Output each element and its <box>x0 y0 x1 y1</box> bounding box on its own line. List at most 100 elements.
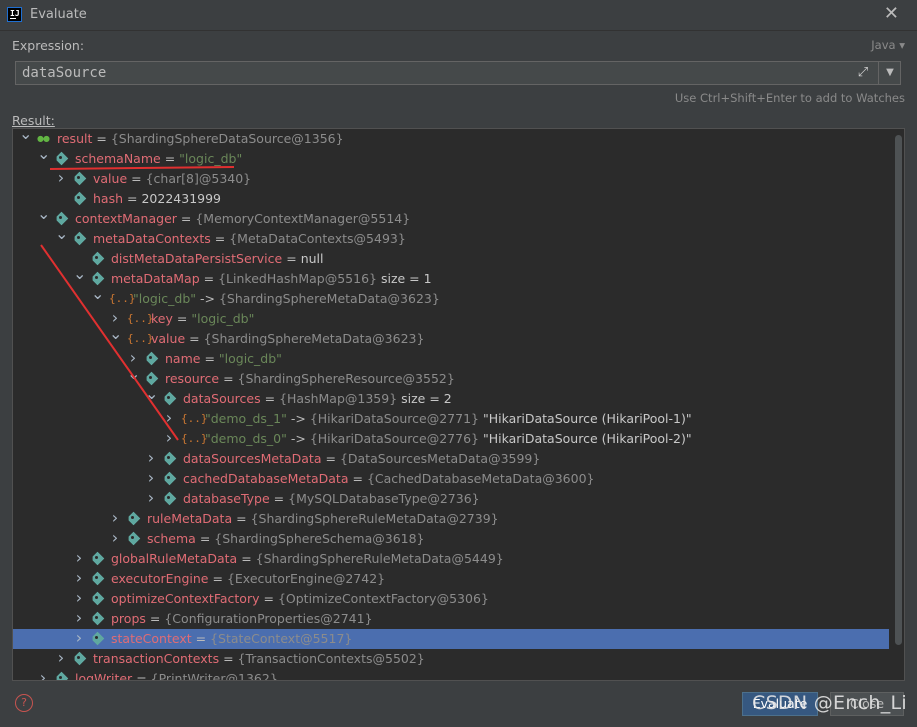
tree-row[interactable]: {..}"demo_ds_1" -> {HikariDataSource@277… <box>13 409 889 429</box>
chevron-right-icon[interactable] <box>55 649 67 669</box>
field-tag-icon <box>127 512 141 526</box>
tree-row[interactable]: cachedDatabaseMetaData = {CachedDatabase… <box>13 469 889 489</box>
field-tag-icon <box>73 192 87 206</box>
field-tag-icon <box>91 632 105 646</box>
chevron-right-icon[interactable] <box>73 569 85 589</box>
chevron-right-icon[interactable] <box>55 169 67 189</box>
equals-sign: = <box>352 471 363 486</box>
tree-row-text: logWriter = {PrintWriter@1362} <box>75 669 278 680</box>
tree-row-text: hash = 2022431999 <box>93 189 221 209</box>
tree-row[interactable]: metaDataContexts = {MetaDataContexts@549… <box>13 229 889 249</box>
field-tag-icon <box>163 492 177 506</box>
chevron-right-icon[interactable] <box>163 409 175 429</box>
chevron-down-icon[interactable] <box>91 289 103 309</box>
tree-row[interactable]: logWriter = {PrintWriter@1362} <box>13 669 889 680</box>
extra-text: size = 1 <box>376 271 432 286</box>
field-name: props <box>111 611 146 626</box>
tree-row[interactable]: {..}key = "logic_db" <box>13 309 889 329</box>
tree-row-text: distMetaDataPersistService = null <box>111 249 323 269</box>
field-tag-icon <box>145 352 159 366</box>
map-key: "demo_ds_1" <box>205 411 287 426</box>
field-name: transactionContexts <box>93 651 220 666</box>
close-icon[interactable]: ✕ <box>884 3 899 24</box>
chevron-right-icon[interactable] <box>73 609 85 629</box>
field-name: cachedDatabaseMetaData <box>183 471 349 486</box>
tree-row[interactable]: dataSources = {HashMap@1359} size = 2 <box>13 389 889 409</box>
expand-icon[interactable]: ⤢ <box>853 64 873 82</box>
tree-row[interactable]: value = {char[8]@5340} <box>13 169 889 189</box>
history-dropdown-button[interactable]: ▼ <box>879 62 901 84</box>
tree-row[interactable]: name = "logic_db" <box>13 349 889 369</box>
chevron-down-icon[interactable] <box>55 229 67 249</box>
chevron-down-icon[interactable] <box>37 209 49 229</box>
tree-row[interactable]: hash = 2022431999 <box>13 189 889 209</box>
chevron-right-icon[interactable] <box>109 509 121 529</box>
chevron-right-icon[interactable] <box>145 489 157 509</box>
result-tree[interactable]: ●●result = {ShardingSphereDataSource@135… <box>12 128 905 681</box>
tree-row[interactable]: transactionContexts = {TransactionContex… <box>13 649 889 669</box>
tree-row-text: value = {char[8]@5340} <box>93 169 251 189</box>
language-selector[interactable]: Java ▾ <box>871 38 905 52</box>
tree-row-text: result = {ShardingSphereDataSource@1356} <box>57 129 344 149</box>
tree-row-text: globalRuleMetaData = {ShardingSphereRule… <box>111 549 504 569</box>
chevron-right-icon[interactable] <box>145 449 157 469</box>
tree-row[interactable]: dataSourcesMetaData = {DataSourcesMetaDa… <box>13 449 889 469</box>
tree-row[interactable]: props = {ConfigurationProperties@2741} <box>13 609 889 629</box>
chevron-down-icon[interactable] <box>109 329 121 349</box>
field-name: metaDataMap <box>111 271 200 286</box>
field-tag-icon <box>73 652 87 666</box>
chevron-right-icon[interactable] <box>163 429 175 449</box>
tree-row[interactable]: ruleMetaData = {ShardingSphereRuleMetaDa… <box>13 509 889 529</box>
equals-sign: = <box>96 131 107 146</box>
chevron-right-icon[interactable] <box>145 469 157 489</box>
help-icon[interactable]: ? <box>15 694 33 712</box>
field-name: databaseType <box>183 491 270 506</box>
chevron-down-icon[interactable] <box>145 389 157 409</box>
chevron-right-icon[interactable] <box>73 549 85 569</box>
chevron-right-icon[interactable] <box>37 669 49 680</box>
tree-row[interactable]: {..}"logic_db" -> {ShardingSphereMetaDat… <box>13 289 889 309</box>
equals-sign: = <box>199 531 211 546</box>
close-button[interactable]: Close <box>830 692 904 716</box>
expression-field: ⤢ ▼ <box>15 61 901 85</box>
type-ref: {ConfigurationProperties@2741} <box>164 611 373 626</box>
tree-row[interactable]: executorEngine = {ExecutorEngine@2742} <box>13 569 889 589</box>
equals-sign: = <box>131 171 142 186</box>
tree-row-text: cachedDatabaseMetaData = {CachedDatabase… <box>183 469 595 489</box>
tree-row[interactable]: ●●result = {ShardingSphereDataSource@135… <box>13 129 889 149</box>
field-tag-icon <box>55 152 69 166</box>
chevron-down-icon[interactable] <box>37 149 49 169</box>
field-tag-icon <box>73 172 87 186</box>
tree-row[interactable]: contextManager = {MemoryContextManager@5… <box>13 209 889 229</box>
tree-row[interactable]: {..}"demo_ds_0" -> {HikariDataSource@277… <box>13 429 889 449</box>
type-ref: {MemoryContextManager@5514} <box>195 211 411 226</box>
equals-sign: = <box>273 491 285 506</box>
evaluate-button[interactable]: Evaluate <box>742 692 818 716</box>
chevron-right-icon[interactable] <box>73 589 85 609</box>
value-text: 2022431999 <box>141 191 222 206</box>
expression-input[interactable] <box>16 62 863 84</box>
tree-row[interactable]: optimizeContextFactory = {OptimizeContex… <box>13 589 889 609</box>
tree-row[interactable]: globalRuleMetaData = {ShardingSphereRule… <box>13 549 889 569</box>
tree-row-text: contextManager = {MemoryContextManager@5… <box>75 209 410 229</box>
equals-sign: = <box>236 511 247 526</box>
vertical-scrollbar[interactable] <box>895 135 902 645</box>
tree-row[interactable]: schema = {ShardingSphereSchema@3618} <box>13 529 889 549</box>
tree-row[interactable]: schemaName = "logic_db" <box>13 149 889 169</box>
tree-row[interactable]: distMetaDataPersistService = null <box>13 249 889 269</box>
chevron-right-icon[interactable] <box>109 529 121 549</box>
type-ref: {DataSourcesMetaData@3599} <box>339 451 541 466</box>
chevron-down-icon[interactable] <box>73 269 85 289</box>
field-name: globalRuleMetaData <box>111 551 238 566</box>
tree-row[interactable]: databaseType = {MySQLDatabaseType@2736} <box>13 489 889 509</box>
equals-sign: = <box>164 151 176 166</box>
chevron-down-icon[interactable] <box>127 369 139 389</box>
chevron-right-icon[interactable] <box>73 629 85 649</box>
field-tag-icon <box>91 552 105 566</box>
tree-row-text: schemaName = "logic_db" <box>75 149 242 169</box>
tree-row[interactable]: stateContext = {StateContext@5517} <box>13 629 889 649</box>
field-tag-icon <box>91 252 105 266</box>
tree-row[interactable]: metaDataMap = {LinkedHashMap@5516} size … <box>13 269 889 289</box>
tree-row[interactable]: {..}value = {ShardingSphereMetaData@3623… <box>13 329 889 349</box>
chevron-down-icon[interactable] <box>19 129 31 149</box>
